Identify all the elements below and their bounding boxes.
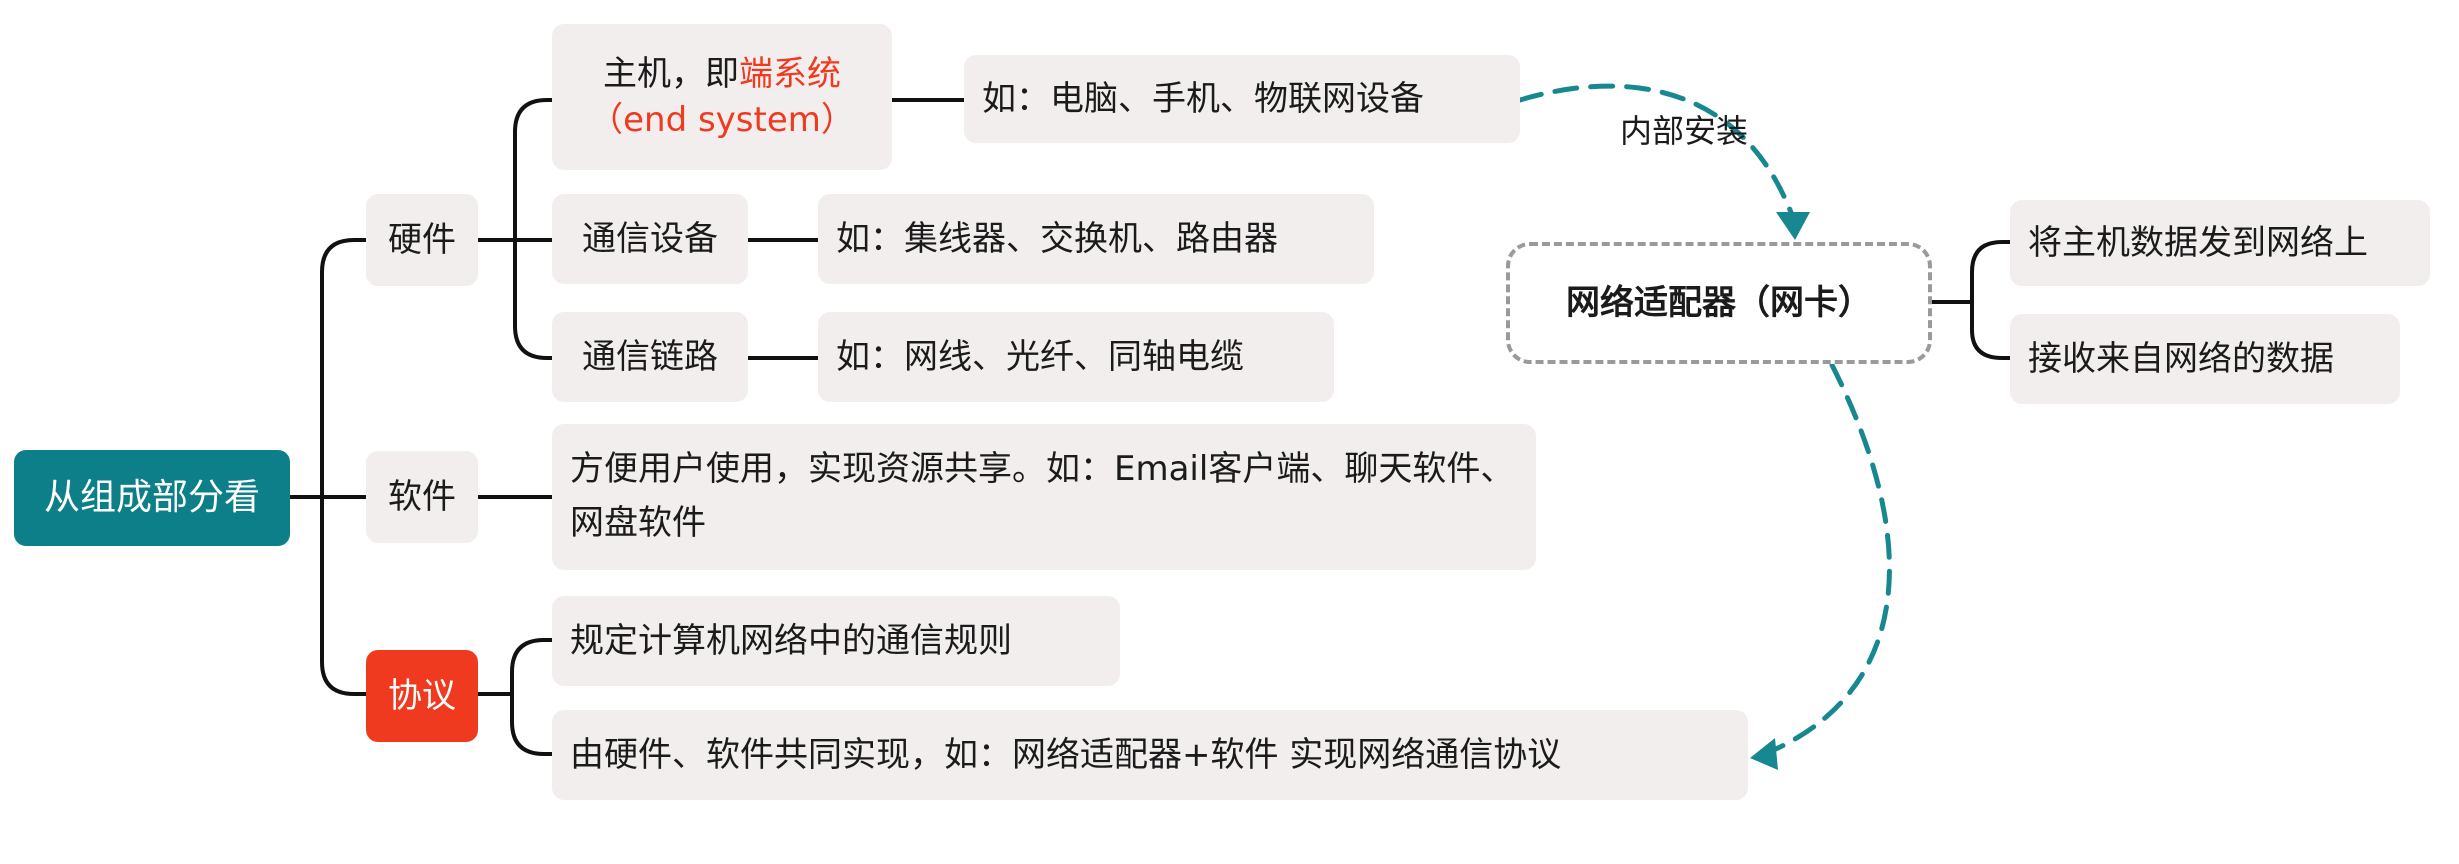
install-label: 内部安装 [1620, 112, 1749, 150]
branch-software: 软件 [366, 451, 478, 543]
mind-map: 从组成部分看 硬件 软件 协议 主机，即端系统 （end system） 如：电… [0, 0, 2459, 864]
connector-adapter-bracket [1930, 240, 2016, 360]
connector-root-trunk [286, 238, 372, 696]
arrowhead-implement [1750, 738, 1778, 770]
software-item-node: 方便用户使用，实现资源共享。如：Email客户端、聊天软件、网盘软件 [552, 424, 1536, 570]
branch-hardware: 硬件 [366, 194, 478, 286]
protocol-impl-node: 由硬件、软件共同实现，如：网络适配器+软件 实现网络通信协议 [552, 710, 1748, 800]
arrowhead-install [1776, 212, 1810, 240]
host-label-prefix: 主机，即 [603, 54, 739, 94]
comm-link-node: 通信链路 [552, 312, 748, 402]
host-node: 主机，即端系统 （end system） [552, 24, 892, 170]
host-label-highlight: 端系统 [739, 54, 841, 94]
comm-device-node: 通信设备 [552, 194, 748, 284]
adapter-node: 网络适配器（网卡） [1506, 242, 1932, 364]
host-label-line: 主机，即端系统 [603, 51, 841, 97]
connector-protocol-bracket [472, 638, 554, 756]
adapter-function-send: 将主机数据发到网络上 [2010, 200, 2430, 286]
host-label-sub: （end system） [589, 100, 855, 140]
protocol-rule-node: 规定计算机网络中的通信规则 [552, 596, 1120, 686]
comm-device-example-node: 如：集线器、交换机、路由器 [818, 194, 1374, 284]
branch-protocol: 协议 [366, 650, 478, 742]
comm-link-example-node: 如：网线、光纤、同轴电缆 [818, 312, 1334, 402]
adapter-function-receive: 接收来自网络的数据 [2010, 314, 2400, 404]
connector-hardware-bracket [472, 98, 558, 360]
root-node: 从组成部分看 [14, 450, 290, 546]
host-example-node: 如：电脑、手机、物联网设备 [964, 55, 1520, 143]
dashed-arrow-implement [1759, 362, 1892, 758]
